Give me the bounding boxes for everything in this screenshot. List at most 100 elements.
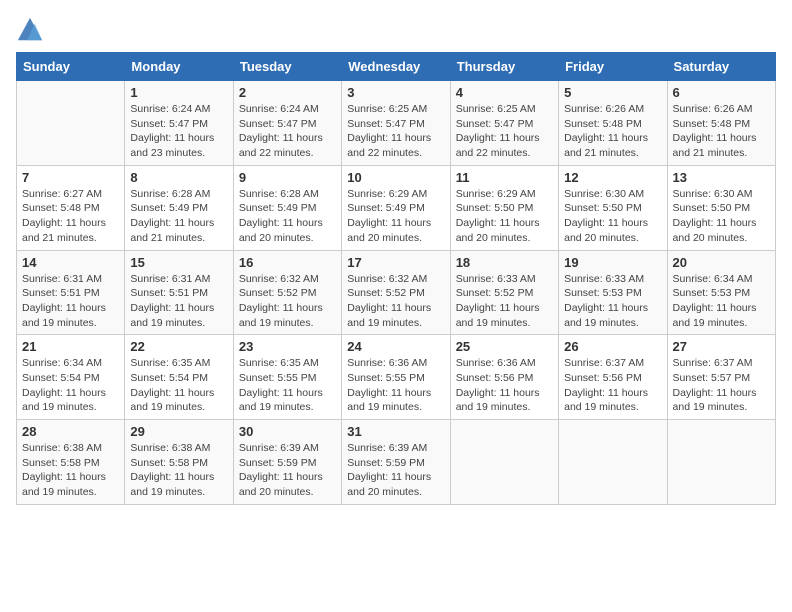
day-info: Sunrise: 6:38 AM Sunset: 5:58 PM Dayligh… [130, 441, 227, 500]
day-number: 20 [673, 255, 770, 270]
calendar-cell: 5 Sunrise: 6:26 AM Sunset: 5:48 PM Daylig… [559, 81, 667, 166]
calendar-cell: 25Sunrise: 6:36 AM Sunset: 5:56 PM Dayli… [450, 335, 558, 420]
day-info: Sunrise: 6:37 AM Sunset: 5:56 PM Dayligh… [564, 356, 661, 415]
day-number: 6 [673, 85, 770, 100]
weekday-header-tuesday: Tuesday [233, 53, 341, 81]
day-info: Sunrise: 6:34 AM Sunset: 5:53 PM Dayligh… [673, 272, 770, 331]
day-number: 11 [456, 170, 553, 185]
calendar-cell: 15 Sunrise: 6:31 AM Sunset: 5:51 PM Dayli… [125, 250, 233, 335]
day-number: 2 [239, 85, 336, 100]
day-info: Sunrise: 6:32 AM Sunset: 5:52 PM Dayligh… [239, 272, 336, 331]
calendar-table: SundayMondayTuesdayWednesdayThursdayFrid… [16, 52, 776, 505]
day-info: Sunrise: 6:25 AM Sunset: 5:47 PM Dayligh… [456, 102, 553, 161]
day-number: 27 [673, 339, 770, 354]
day-info: Sunrise: 6:31 AM Sunset: 5:51 PM Dayligh… [22, 272, 119, 331]
day-info: Sunrise: 6:33 AM Sunset: 5:53 PM Dayligh… [564, 272, 661, 331]
day-info: Sunrise: 6:31 AM Sunset: 5:51 PM Dayligh… [130, 272, 227, 331]
calendar-week-5: 28Sunrise: 6:38 AM Sunset: 5:58 PM Dayli… [17, 420, 776, 505]
calendar-header: SundayMondayTuesdayWednesdayThursdayFrid… [17, 53, 776, 81]
day-number: 17 [347, 255, 444, 270]
calendar-cell: 12 Sunrise: 6:30 AM Sunset: 5:50 PM Dayli… [559, 165, 667, 250]
weekday-header-saturday: Saturday [667, 53, 775, 81]
calendar-cell: 4 Sunrise: 6:25 AM Sunset: 5:47 PM Daylig… [450, 81, 558, 166]
calendar-week-3: 14 Sunrise: 6:31 AM Sunset: 5:51 PM Dayli… [17, 250, 776, 335]
calendar-cell: 13 Sunrise: 6:30 AM Sunset: 5:50 PM Dayli… [667, 165, 775, 250]
calendar-cell: 28Sunrise: 6:38 AM Sunset: 5:58 PM Dayli… [17, 420, 125, 505]
day-info: Sunrise: 6:36 AM Sunset: 5:56 PM Dayligh… [456, 356, 553, 415]
day-info: Sunrise: 6:24 AM Sunset: 5:47 PM Dayligh… [130, 102, 227, 161]
weekday-header-wednesday: Wednesday [342, 53, 450, 81]
day-info: Sunrise: 6:28 AM Sunset: 5:49 PM Dayligh… [239, 187, 336, 246]
day-info: Sunrise: 6:33 AM Sunset: 5:52 PM Dayligh… [456, 272, 553, 331]
day-info: Sunrise: 6:32 AM Sunset: 5:52 PM Dayligh… [347, 272, 444, 331]
calendar-cell: 23 Sunrise: 6:35 AM Sunset: 5:55 PM Dayli… [233, 335, 341, 420]
day-info: Sunrise: 6:38 AM Sunset: 5:58 PM Dayligh… [22, 441, 119, 500]
calendar-cell: 22 Sunrise: 6:35 AM Sunset: 5:54 PM Dayli… [125, 335, 233, 420]
day-info: Sunrise: 6:39 AM Sunset: 5:59 PM Dayligh… [347, 441, 444, 500]
calendar-week-2: 7Sunrise: 6:27 AM Sunset: 5:48 PM Daylig… [17, 165, 776, 250]
calendar-cell: 3 Sunrise: 6:25 AM Sunset: 5:47 PM Daylig… [342, 81, 450, 166]
page-header [16, 16, 776, 44]
day-info: Sunrise: 6:24 AM Sunset: 5:47 PM Dayligh… [239, 102, 336, 161]
day-info: Sunrise: 6:30 AM Sunset: 5:50 PM Dayligh… [673, 187, 770, 246]
calendar-cell: 29 Sunrise: 6:38 AM Sunset: 5:58 PM Dayli… [125, 420, 233, 505]
day-info: Sunrise: 6:26 AM Sunset: 5:48 PM Dayligh… [564, 102, 661, 161]
day-number: 22 [130, 339, 227, 354]
day-info: Sunrise: 6:26 AM Sunset: 5:48 PM Dayligh… [673, 102, 770, 161]
calendar-cell: 8Sunrise: 6:28 AM Sunset: 5:49 PM Daylig… [125, 165, 233, 250]
day-info: Sunrise: 6:30 AM Sunset: 5:50 PM Dayligh… [564, 187, 661, 246]
calendar-cell: 31 Sunrise: 6:39 AM Sunset: 5:59 PM Dayli… [342, 420, 450, 505]
weekday-header-friday: Friday [559, 53, 667, 81]
calendar-cell: 7Sunrise: 6:27 AM Sunset: 5:48 PM Daylig… [17, 165, 125, 250]
day-info: Sunrise: 6:25 AM Sunset: 5:47 PM Dayligh… [347, 102, 444, 161]
day-info: Sunrise: 6:36 AM Sunset: 5:55 PM Dayligh… [347, 356, 444, 415]
weekday-header-sunday: Sunday [17, 53, 125, 81]
day-number: 12 [564, 170, 661, 185]
day-number: 30 [239, 424, 336, 439]
calendar-cell [17, 81, 125, 166]
calendar-cell [559, 420, 667, 505]
day-number: 31 [347, 424, 444, 439]
day-info: Sunrise: 6:35 AM Sunset: 5:55 PM Dayligh… [239, 356, 336, 415]
calendar-cell: 21Sunrise: 6:34 AM Sunset: 5:54 PM Dayli… [17, 335, 125, 420]
day-number: 18 [456, 255, 553, 270]
calendar-cell: 19 Sunrise: 6:33 AM Sunset: 5:53 PM Dayli… [559, 250, 667, 335]
logo [16, 16, 48, 44]
calendar-cell: 16 Sunrise: 6:32 AM Sunset: 5:52 PM Dayli… [233, 250, 341, 335]
day-number: 13 [673, 170, 770, 185]
calendar-cell: 20 Sunrise: 6:34 AM Sunset: 5:53 PM Dayli… [667, 250, 775, 335]
day-info: Sunrise: 6:29 AM Sunset: 5:49 PM Dayligh… [347, 187, 444, 246]
day-number: 29 [130, 424, 227, 439]
day-info: Sunrise: 6:28 AM Sunset: 5:49 PM Dayligh… [130, 187, 227, 246]
day-info: Sunrise: 6:37 AM Sunset: 5:57 PM Dayligh… [673, 356, 770, 415]
calendar-cell: 9 Sunrise: 6:28 AM Sunset: 5:49 PM Daylig… [233, 165, 341, 250]
day-number: 19 [564, 255, 661, 270]
weekday-header-thursday: Thursday [450, 53, 558, 81]
day-info: Sunrise: 6:39 AM Sunset: 5:59 PM Dayligh… [239, 441, 336, 500]
day-number: 14 [22, 255, 119, 270]
day-info: Sunrise: 6:29 AM Sunset: 5:50 PM Dayligh… [456, 187, 553, 246]
day-number: 7 [22, 170, 119, 185]
day-number: 10 [347, 170, 444, 185]
calendar-cell: 18 Sunrise: 6:33 AM Sunset: 5:52 PM Dayli… [450, 250, 558, 335]
calendar-cell: 1Sunrise: 6:24 AM Sunset: 5:47 PM Daylig… [125, 81, 233, 166]
calendar-cell: 30 Sunrise: 6:39 AM Sunset: 5:59 PM Dayli… [233, 420, 341, 505]
day-number: 9 [239, 170, 336, 185]
day-number: 16 [239, 255, 336, 270]
day-number: 3 [347, 85, 444, 100]
day-number: 26 [564, 339, 661, 354]
calendar-week-4: 21Sunrise: 6:34 AM Sunset: 5:54 PM Dayli… [17, 335, 776, 420]
calendar-cell: 10 Sunrise: 6:29 AM Sunset: 5:49 PM Dayli… [342, 165, 450, 250]
calendar-cell: 27 Sunrise: 6:37 AM Sunset: 5:57 PM Dayli… [667, 335, 775, 420]
calendar-cell [667, 420, 775, 505]
calendar-cell: 24Sunrise: 6:36 AM Sunset: 5:55 PM Dayli… [342, 335, 450, 420]
logo-icon [16, 16, 44, 44]
calendar-cell: 26 Sunrise: 6:37 AM Sunset: 5:56 PM Dayli… [559, 335, 667, 420]
day-number: 23 [239, 339, 336, 354]
day-number: 5 [564, 85, 661, 100]
calendar-cell: 14 Sunrise: 6:31 AM Sunset: 5:51 PM Dayli… [17, 250, 125, 335]
day-info: Sunrise: 6:34 AM Sunset: 5:54 PM Dayligh… [22, 356, 119, 415]
day-number: 4 [456, 85, 553, 100]
day-info: Sunrise: 6:35 AM Sunset: 5:54 PM Dayligh… [130, 356, 227, 415]
day-number: 15 [130, 255, 227, 270]
